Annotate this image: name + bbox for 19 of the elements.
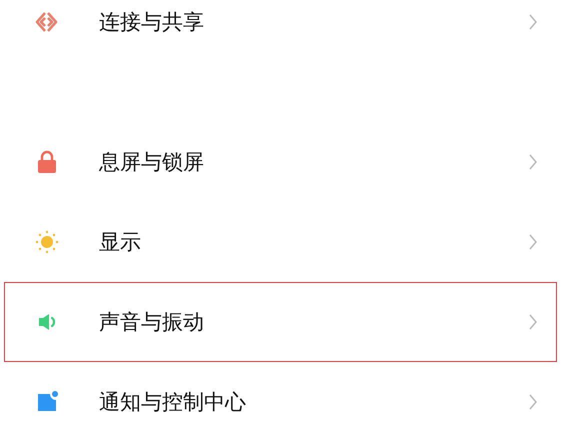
lock-icon <box>35 150 59 174</box>
settings-item[interactable]: 连接与共享 <box>4 0 557 62</box>
settings-item[interactable]: 通知与控制中心 <box>4 362 557 427</box>
diamond-arrows-icon <box>35 10 59 34</box>
item-label: 连接与共享 <box>99 9 205 36</box>
item-label: 声音与振动 <box>99 309 205 336</box>
sun-icon <box>35 230 59 254</box>
settings-item[interactable]: 声音与振动 <box>4 282 557 362</box>
settings-item[interactable]: 显示 <box>4 202 557 282</box>
item-label: 通知与控制中心 <box>99 389 247 416</box>
chevron-right-icon <box>528 154 538 170</box>
item-label: 显示 <box>99 229 142 256</box>
chevron-right-icon <box>528 394 538 410</box>
chevron-right-icon <box>528 234 538 250</box>
settings-item[interactable]: 息屏与锁屏 <box>4 122 557 202</box>
notification-icon <box>35 390 59 414</box>
item-label: 息屏与锁屏 <box>99 149 205 176</box>
chevron-right-icon <box>528 14 538 30</box>
chevron-right-icon <box>528 314 538 330</box>
